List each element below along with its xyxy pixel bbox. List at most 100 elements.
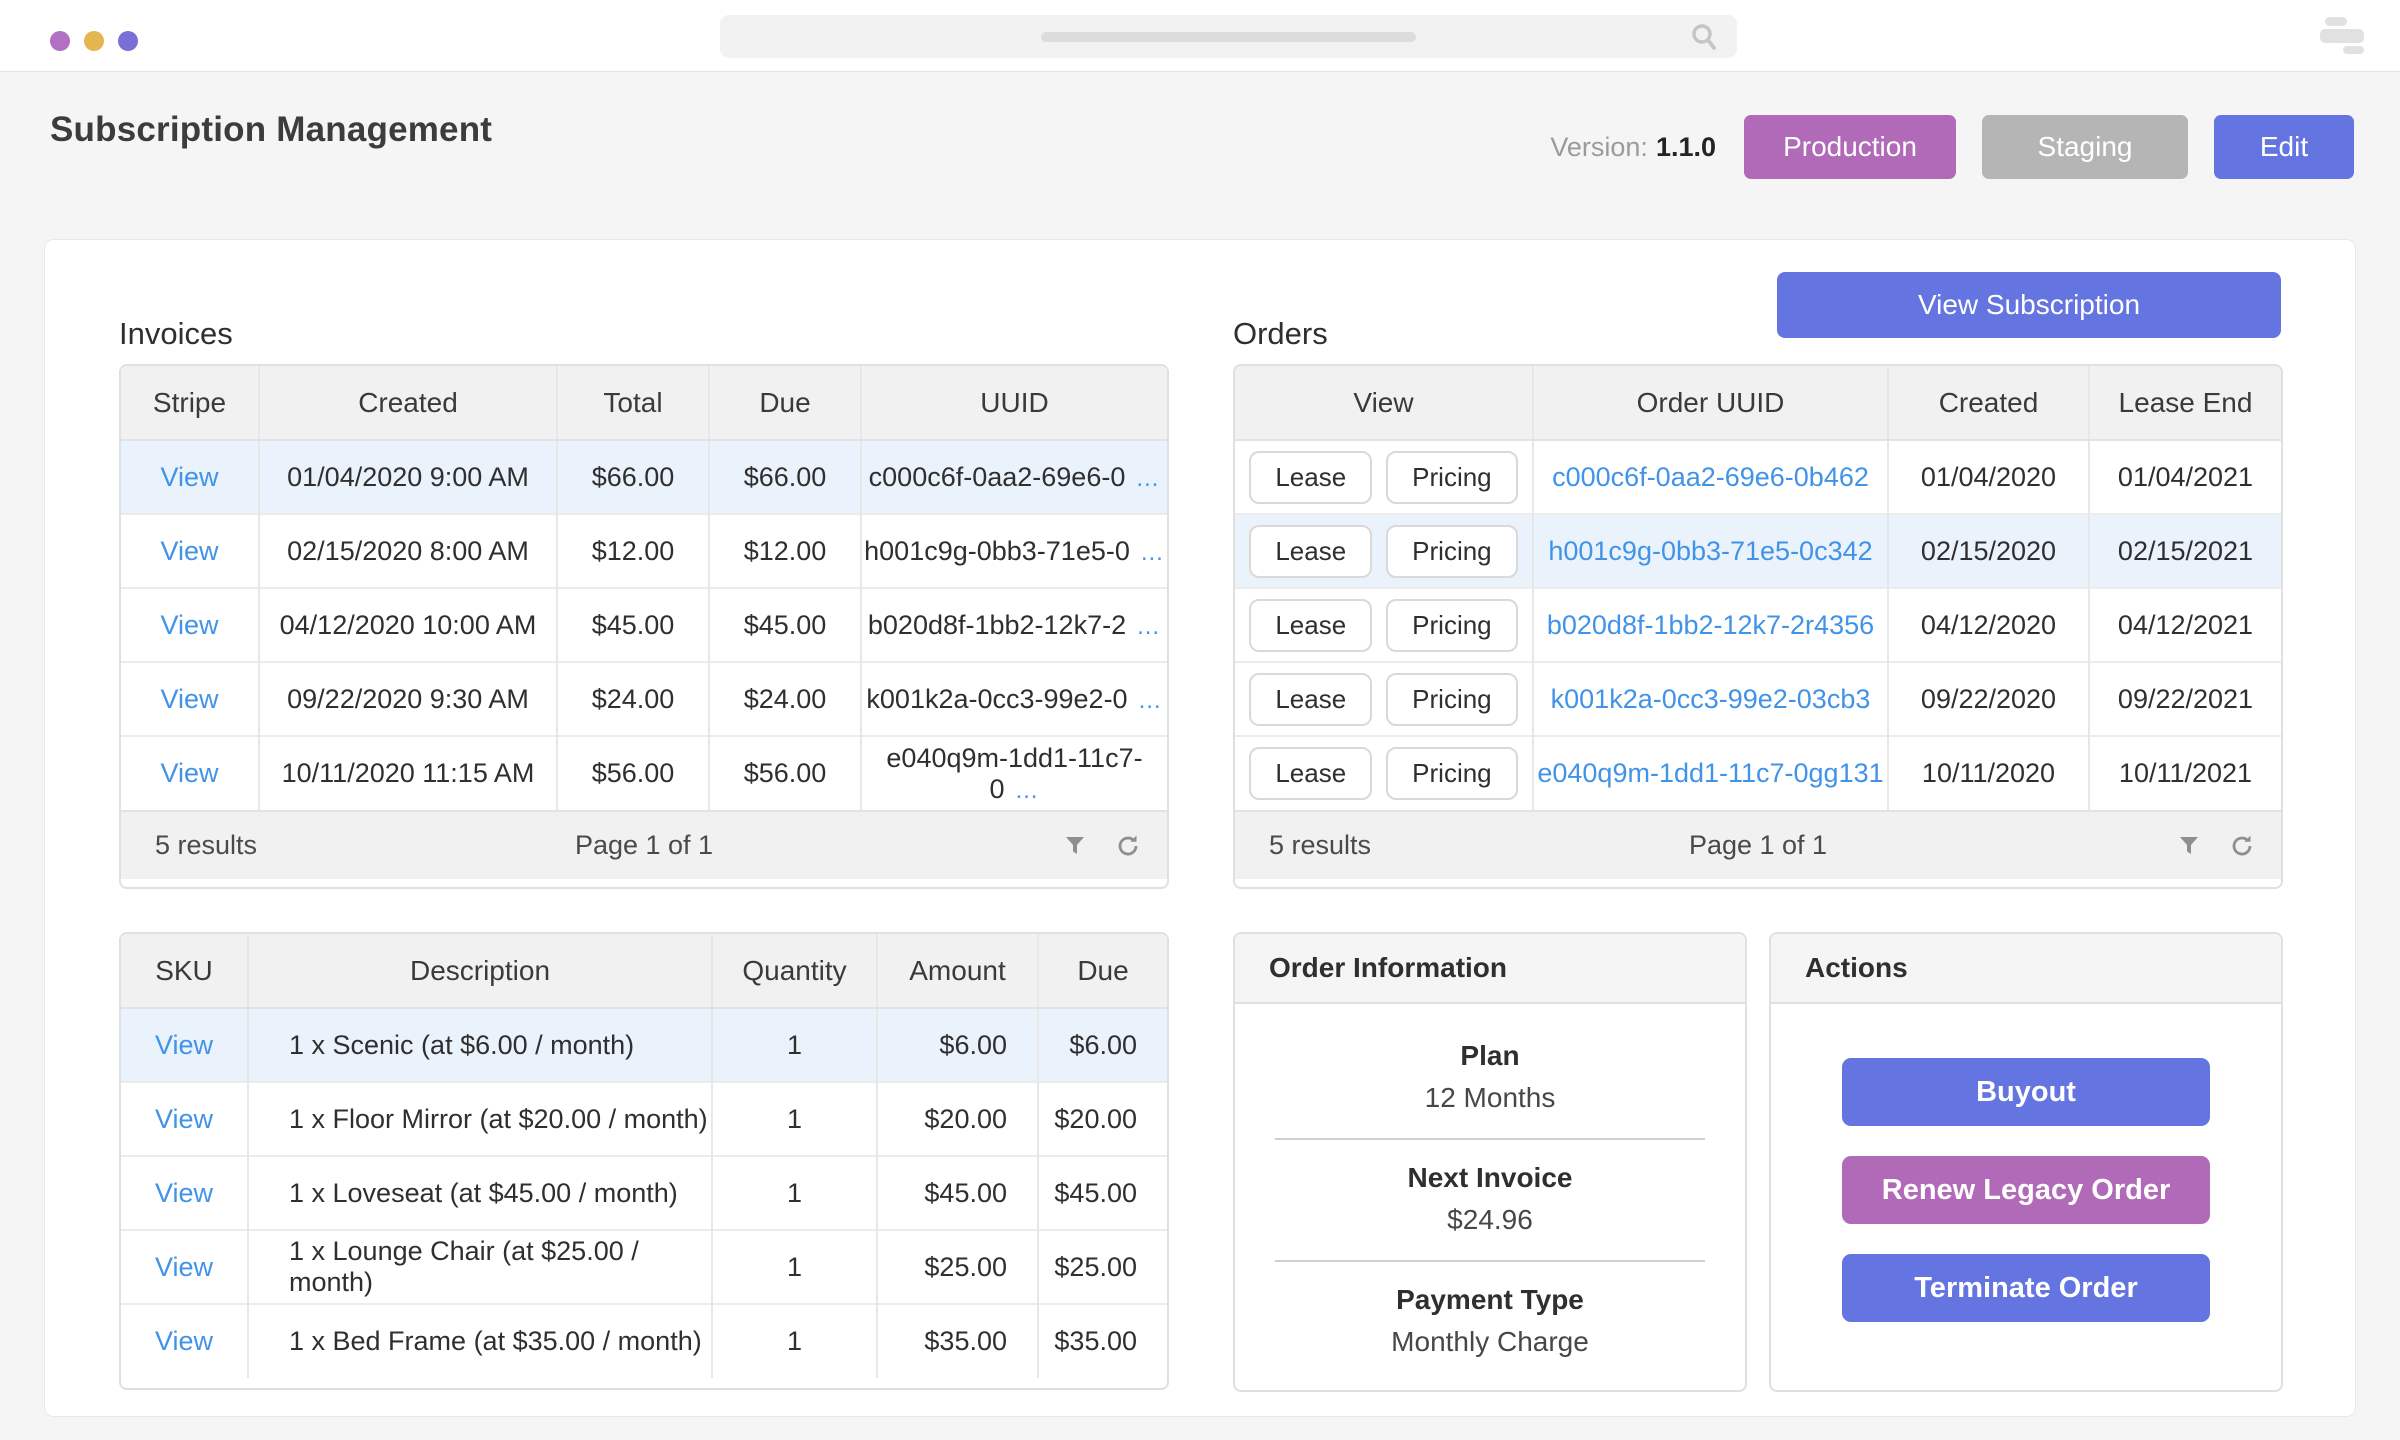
refresh-icon[interactable] — [2229, 833, 2255, 859]
staging-button[interactable]: Staging — [1982, 115, 2188, 179]
sku-view-link[interactable]: View — [155, 1104, 213, 1134]
renew-legacy-order-button[interactable]: Renew Legacy Order — [1842, 1156, 2210, 1224]
lease-button[interactable]: Lease — [1249, 673, 1372, 726]
uuid-expand-icon[interactable]: … — [1135, 465, 1160, 492]
order-uuid-link[interactable]: e040q9m-1dd1-11c7-0gg131 — [1537, 758, 1883, 788]
uuid-expand-icon[interactable]: … — [1136, 613, 1161, 640]
col-order-uuid: Order UUID — [1533, 366, 1888, 440]
invoices-header-row: Stripe Created Total Due UUID — [121, 366, 1167, 440]
item-due: $20.00 — [1038, 1082, 1167, 1156]
funnel-icon[interactable] — [2177, 834, 2201, 858]
funnel-icon[interactable] — [1063, 834, 1087, 858]
col-amount: Amount — [877, 934, 1038, 1008]
item-due: $45.00 — [1038, 1156, 1167, 1230]
invoice-due: $12.00 — [709, 514, 861, 588]
invoice-created: 10/11/2020 11:15 AM — [259, 736, 557, 810]
browser-chrome — [0, 0, 2400, 72]
buyout-button[interactable]: Buyout — [1842, 1058, 2210, 1126]
invoice-view-link[interactable]: View — [160, 536, 218, 566]
invoice-total: $24.00 — [557, 662, 709, 736]
lease-button[interactable]: Lease — [1249, 451, 1372, 504]
invoice-row: View 02/15/2020 8:00 AM $12.00 $12.00 h0… — [121, 514, 1167, 588]
order-row: LeasePricing b020d8f-1bb2-12k7-2r4356 04… — [1235, 588, 2281, 662]
invoice-uuid: e040q9m-1dd1-11c7-0… — [861, 736, 1167, 810]
refresh-icon[interactable] — [1115, 833, 1141, 859]
col-view: View — [1235, 366, 1533, 440]
item-amount: $20.00 — [877, 1082, 1038, 1156]
order-created: 09/22/2020 — [1888, 662, 2089, 736]
item-quantity: 1 — [712, 1082, 877, 1156]
window-dot-yellow[interactable] — [84, 31, 104, 51]
order-information-title: Order Information — [1235, 934, 1745, 1004]
invoice-view-link[interactable]: View — [160, 684, 218, 714]
invoice-uuid: b020d8f-1bb2-12k7-2… — [861, 588, 1167, 662]
invoice-total: $56.00 — [557, 736, 709, 810]
col-lease-end: Lease End — [2089, 366, 2281, 440]
next-invoice-field: Next Invoice $24.96 — [1235, 1140, 1745, 1236]
sku-view-link[interactable]: View — [155, 1030, 213, 1060]
pricing-button[interactable]: Pricing — [1386, 525, 1517, 578]
menu-lines-icon[interactable] — [2320, 17, 2366, 57]
edit-button[interactable]: Edit — [2214, 115, 2354, 179]
terminate-order-button[interactable]: Terminate Order — [1842, 1254, 2210, 1322]
window-controls — [50, 31, 138, 51]
item-description: 1 x Scenic (at $6.00 / month) — [248, 1008, 712, 1082]
lease-button[interactable]: Lease — [1249, 747, 1372, 800]
invoice-created: 01/04/2020 9:00 AM — [259, 440, 557, 514]
invoice-row: View 09/22/2020 9:30 AM $24.00 $24.00 k0… — [121, 662, 1167, 736]
invoice-row: View 10/11/2020 11:15 AM $56.00 $56.00 e… — [121, 736, 1167, 810]
order-lease-end: 02/15/2021 — [2089, 514, 2281, 588]
payment-type-value: Monthly Charge — [1235, 1326, 1745, 1358]
version-value: 1.1.0 — [1656, 132, 1716, 162]
pricing-button[interactable]: Pricing — [1386, 673, 1517, 726]
col-created: Created — [259, 366, 557, 440]
search-icon[interactable] — [1689, 22, 1719, 52]
order-created: 10/11/2020 — [1888, 736, 2089, 810]
sku-view-link[interactable]: View — [155, 1326, 213, 1356]
next-invoice-label: Next Invoice — [1235, 1162, 1745, 1194]
order-row: Lease Pricing h001c9g-0bb3-71e5-0c342 02/… — [1235, 514, 2281, 588]
order-uuid-link[interactable]: k001k2a-0cc3-99e2-03cb3 — [1551, 684, 1871, 714]
payment-type-field: Payment Type Monthly Charge — [1235, 1262, 1745, 1358]
invoice-due: $45.00 — [709, 588, 861, 662]
header-controls: Version:1.1.0 Production Staging Edit — [1550, 114, 2354, 180]
order-lease-end: 01/04/2021 — [2089, 440, 2281, 514]
sku-view-link[interactable]: View — [155, 1252, 213, 1282]
production-button[interactable]: Production — [1744, 115, 1956, 179]
uuid-expand-icon[interactable]: … — [1015, 777, 1040, 804]
invoice-view-link[interactable]: View — [160, 462, 218, 492]
order-uuid-link[interactable]: b020d8f-1bb2-12k7-2r4356 — [1547, 610, 1874, 640]
next-invoice-value: $24.96 — [1235, 1204, 1745, 1236]
orders-table: View Order UUID Created Lease End Lease P… — [1233, 364, 2283, 889]
item-amount: $45.00 — [877, 1156, 1038, 1230]
view-subscription-button[interactable]: View Subscription — [1777, 272, 2281, 338]
col-due: Due — [709, 366, 861, 440]
order-uuid-link[interactable]: c000c6f-0aa2-69e6-0b462 — [1552, 462, 1869, 492]
item-amount: $6.00 — [877, 1008, 1038, 1082]
col-created: Created — [1888, 366, 2089, 440]
address-search-bar[interactable] — [720, 15, 1737, 58]
order-uuid-link[interactable]: h001c9g-0bb3-71e5-0c342 — [1548, 536, 1872, 566]
invoice-view-link[interactable]: View — [160, 610, 218, 640]
window-dot-purple[interactable] — [50, 31, 70, 51]
address-placeholder-line — [1041, 32, 1416, 42]
invoices-table: Stripe Created Total Due UUID View 01/04… — [119, 364, 1169, 889]
uuid-expand-icon[interactable]: … — [1140, 539, 1165, 566]
actions-panel: Actions Buyout Renew Legacy Order Termin… — [1769, 932, 2283, 1392]
lease-button[interactable]: Lease — [1249, 525, 1372, 578]
lease-button[interactable]: Lease — [1249, 599, 1372, 652]
item-due: $25.00 — [1038, 1230, 1167, 1304]
invoice-created: 02/15/2020 8:00 AM — [259, 514, 557, 588]
page-title: Subscription Management — [50, 110, 492, 150]
orders-section-title: Orders — [1233, 316, 1328, 352]
pricing-button[interactable]: Pricing — [1386, 599, 1517, 652]
pricing-button[interactable]: Pricing — [1386, 451, 1517, 504]
sku-view-link[interactable]: View — [155, 1178, 213, 1208]
invoice-uuid: c000c6f-0aa2-69e6-0… — [861, 440, 1167, 514]
pricing-button[interactable]: Pricing — [1386, 747, 1517, 800]
invoice-row: View 04/12/2020 10:00 AM $45.00 $45.00 b… — [121, 588, 1167, 662]
window-dot-violet[interactable] — [118, 31, 138, 51]
invoice-view-link[interactable]: View — [160, 758, 218, 788]
uuid-expand-icon[interactable]: … — [1138, 687, 1163, 714]
col-sku: SKU — [121, 934, 248, 1008]
